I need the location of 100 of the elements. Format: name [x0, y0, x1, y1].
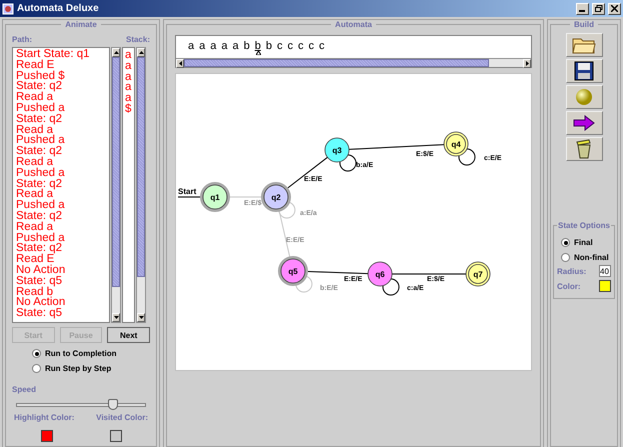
path-entry: Pushed $ [16, 70, 66, 82]
tape-symbol: c [288, 40, 293, 54]
path-entry: No Action [16, 264, 66, 276]
path-entry: No Action [16, 297, 66, 308]
path-entry: State: q5 [16, 308, 64, 319]
visited-color-label: Visited Color: [96, 413, 148, 422]
state-color-swatch[interactable] [599, 280, 612, 292]
path-entry: State: q2 [16, 243, 64, 254]
path-entry: Pushed a [16, 200, 66, 211]
group-title: State Options [557, 221, 612, 230]
sphere-icon [575, 88, 593, 106]
highlight-color-swatch[interactable] [40, 430, 52, 442]
toolbar-button[interactable] [566, 59, 602, 83]
tape-symbol: a [210, 40, 216, 54]
tape-symbol: a [199, 40, 206, 54]
tape-symbol: a [221, 40, 228, 54]
stack-entry: a [125, 50, 132, 61]
scroll-down-button[interactable] [137, 313, 145, 322]
radio-button[interactable] [561, 238, 570, 247]
tape-symbol: c [319, 40, 324, 54]
path-entry: Pushed a [16, 168, 66, 179]
transition-line [287, 156, 328, 188]
control-button[interactable]: Next [107, 327, 150, 343]
path-entry: State: q2 [16, 146, 64, 157]
arrow-icon [573, 115, 595, 131]
close-icon [611, 5, 618, 12]
state-node: q1 [200, 182, 230, 212]
radio-button[interactable] [561, 253, 570, 262]
path-entry: Read b [16, 286, 54, 298]
path-entry: Read a [16, 222, 54, 233]
start-label: Start [178, 187, 196, 196]
radio-button[interactable] [32, 349, 41, 358]
close-button[interactable] [608, 2, 621, 14]
state-node: q5 [278, 256, 308, 286]
path-entry: Read E [16, 60, 56, 71]
radius-field[interactable]: 40 [599, 265, 612, 277]
path-entry: Pushed a [16, 135, 66, 146]
panel-title: Animate [64, 20, 98, 29]
self-loop [339, 154, 356, 172]
highlight-color-label: Highlight Color: [14, 413, 74, 422]
radio-label: Run Step by Step [45, 364, 112, 373]
stack-entry: a [125, 72, 132, 82]
visited-color-swatch[interactable] [110, 430, 122, 442]
state-node: q6 [368, 262, 392, 286]
state-node: q7 [466, 262, 490, 286]
tape-head-icon [256, 51, 261, 57]
radio-label: Final [574, 238, 593, 247]
folder-icon [572, 36, 596, 54]
scroll-up-button[interactable] [112, 48, 120, 57]
path-entry: Read a [16, 92, 54, 103]
path-entry: Read E [16, 254, 54, 265]
tape-symbol: b [244, 40, 250, 54]
path-entry: Read a [16, 124, 54, 136]
radio-button[interactable] [32, 364, 41, 373]
scrollbar[interactable] [136, 47, 146, 323]
restore-icon [594, 5, 602, 12]
scroll-left-button[interactable] [176, 59, 184, 68]
tape-symbol: c [298, 40, 304, 54]
radio-label: Non-final [574, 253, 609, 262]
self-loop [382, 278, 400, 296]
speed-label: Speed [12, 385, 36, 394]
tape-symbol: b [254, 40, 261, 55]
scroll-down-button[interactable] [112, 313, 120, 322]
transition-line [308, 271, 368, 274]
stack-entry: a [125, 60, 132, 72]
tape-symbol: c [308, 40, 314, 54]
scrollbar[interactable] [111, 47, 121, 323]
path-entry: State: q2 [16, 210, 64, 222]
scrollbar[interactable] [176, 58, 531, 67]
right-arrow-icon [526, 61, 528, 66]
path-entry: Read a [16, 189, 54, 200]
path-entry: Start State: q1 [16, 49, 91, 60]
panel-title: Automata [334, 20, 373, 29]
state-node: q3 [324, 138, 350, 162]
path-entry: Pushed a [16, 102, 66, 114]
radio-label: Run to Completion [45, 349, 117, 358]
path-entry: Read a [16, 156, 54, 168]
stack-label: Stack: [126, 35, 150, 46]
scroll-right-button[interactable] [523, 59, 531, 68]
panel-title: Build [573, 20, 595, 29]
trash-icon [575, 139, 593, 159]
state-node: q4 [444, 132, 468, 156]
path-entry: Pushed a [16, 232, 66, 244]
maximize-button[interactable] [592, 2, 605, 14]
speed-slider-thumb[interactable] [108, 399, 118, 410]
path-entry: State: q5 [16, 276, 64, 287]
tape-symbol: c [277, 40, 282, 54]
window-title: Automata Deluxe [17, 3, 100, 14]
color-label: Color: [557, 282, 581, 290]
left-arrow-icon [178, 61, 182, 66]
transition-line [230, 196, 262, 198]
toolbar-button[interactable] [566, 137, 602, 161]
minimize-button[interactable] [576, 2, 589, 14]
tape-symbol: a [188, 40, 194, 54]
scroll-up-button[interactable] [137, 48, 145, 57]
toolbar-button[interactable] [566, 111, 602, 135]
radius-label: Radius: [557, 266, 586, 276]
tape-symbol: a [232, 40, 239, 54]
stack-entry: $ [125, 104, 132, 115]
stack-entry: a [125, 82, 132, 94]
